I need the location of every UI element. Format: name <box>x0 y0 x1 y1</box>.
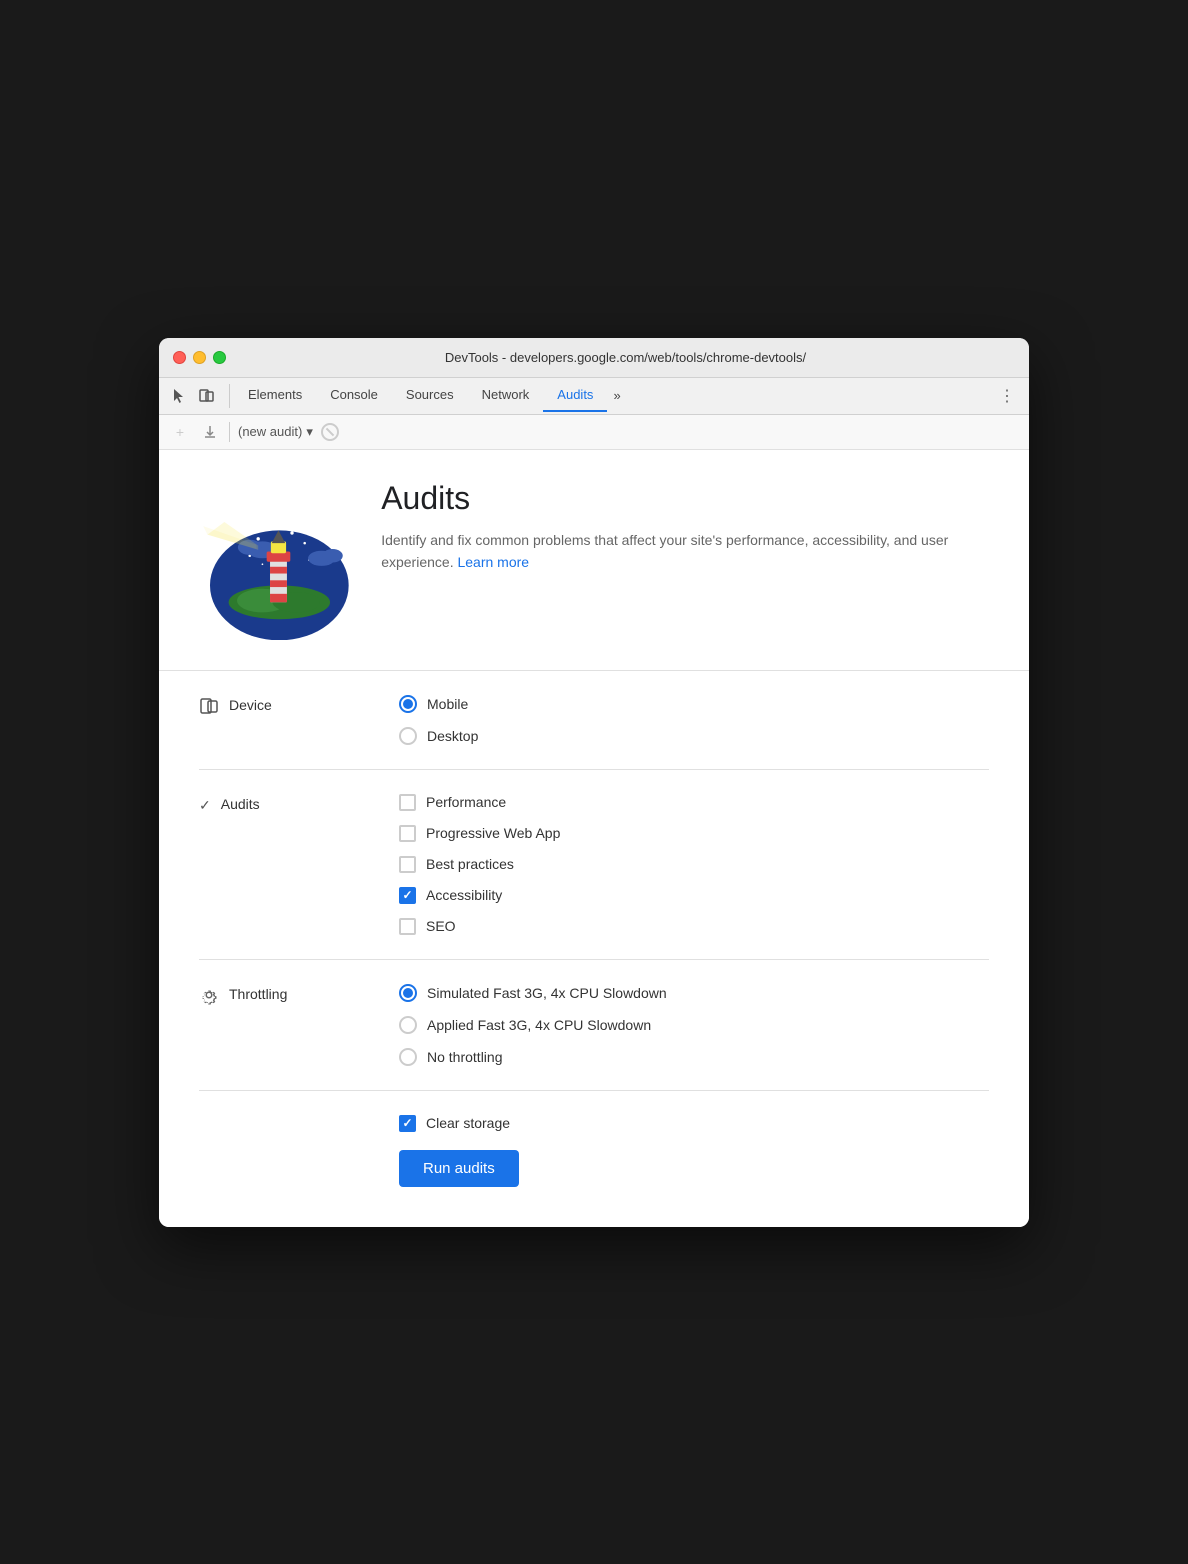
device-section-icon <box>199 696 219 721</box>
throttling-simulated-radio[interactable] <box>399 984 417 1002</box>
run-audits-button[interactable]: Run audits <box>399 1150 519 1187</box>
tab-icons <box>167 384 230 408</box>
audit-profile-value: (new audit) <box>238 424 302 439</box>
audit-pwa-option[interactable]: Progressive Web App <box>399 825 560 842</box>
tab-network[interactable]: Network <box>468 379 544 412</box>
device-desktop-radio[interactable] <box>399 727 417 745</box>
audit-best-practices-checkbox[interactable] <box>399 856 416 873</box>
lighthouse-illustration <box>199 480 351 640</box>
audit-accessibility-label: Accessibility <box>426 887 502 903</box>
devtools-window: DevTools - developers.google.com/web/too… <box>159 338 1029 1227</box>
learn-more-link[interactable]: Learn more <box>457 554 529 570</box>
audit-accessibility-option[interactable]: Accessibility <box>399 887 560 904</box>
device-mobile-option[interactable]: Mobile <box>399 695 478 713</box>
throttling-applied-label: Applied Fast 3G, 4x CPU Slowdown <box>427 1017 651 1033</box>
traffic-lights <box>173 351 226 364</box>
audit-seo-label: SEO <box>426 918 456 934</box>
throttling-none-option[interactable]: No throttling <box>399 1048 667 1066</box>
throttling-applied-radio[interactable] <box>399 1016 417 1034</box>
tab-more-button[interactable]: » <box>607 380 626 411</box>
audit-performance-checkbox[interactable] <box>399 794 416 811</box>
add-audit-button[interactable]: + <box>169 421 191 443</box>
throttling-section-label: Throttling <box>229 986 287 1002</box>
audits-options: Performance Progressive Web App Best pra… <box>399 794 560 935</box>
window-title: DevTools - developers.google.com/web/too… <box>236 350 1015 365</box>
audits-label: ✓ Audits <box>199 794 379 935</box>
devtools-menu-icon[interactable]: ⋮ <box>993 378 1021 414</box>
minimize-button[interactable] <box>193 351 206 364</box>
audit-performance-option[interactable]: Performance <box>399 794 560 811</box>
audits-content: Audits Identify and fix common problems … <box>159 450 1029 1227</box>
download-button[interactable] <box>199 421 221 443</box>
audits-section: ✓ Audits Performance Progressive Web App… <box>199 769 989 959</box>
device-mobile-label: Mobile <box>427 696 468 712</box>
device-options: Mobile Desktop <box>399 695 478 745</box>
titlebar: DevTools - developers.google.com/web/too… <box>159 338 1029 378</box>
tab-elements[interactable]: Elements <box>234 379 316 412</box>
device-label: Device <box>199 695 379 745</box>
throttling-section: Throttling Simulated Fast 3G, 4x CPU Slo… <box>199 959 989 1090</box>
throttling-none-radio[interactable] <box>399 1048 417 1066</box>
clear-storage-checkbox[interactable] <box>399 1115 416 1132</box>
cursor-icon[interactable] <box>167 384 191 408</box>
throttling-applied-option[interactable]: Applied Fast 3G, 4x CPU Slowdown <box>399 1016 667 1034</box>
hero-text: Audits Identify and fix common problems … <box>381 480 989 574</box>
audit-performance-label: Performance <box>426 794 506 810</box>
toolbar-separator <box>229 422 230 442</box>
clear-storage-label: Clear storage <box>426 1115 510 1131</box>
audit-accessibility-checkbox[interactable] <box>399 887 416 904</box>
hero-description: Identify and fix common problems that af… <box>381 529 989 574</box>
clear-storage-option[interactable]: Clear storage <box>399 1115 989 1132</box>
cancel-audit-button[interactable] <box>321 423 339 441</box>
maximize-button[interactable] <box>213 351 226 364</box>
throttling-options: Simulated Fast 3G, 4x CPU Slowdown Appli… <box>399 984 667 1066</box>
device-desktop-option[interactable]: Desktop <box>399 727 478 745</box>
hero-section: Audits Identify and fix common problems … <box>199 480 989 640</box>
audit-best-practices-option[interactable]: Best practices <box>399 856 560 873</box>
device-mobile-radio[interactable] <box>399 695 417 713</box>
audit-profile-select[interactable]: (new audit) ▾ <box>238 424 313 440</box>
throttling-simulated-label: Simulated Fast 3G, 4x CPU Slowdown <box>427 985 667 1001</box>
tab-console[interactable]: Console <box>316 379 392 412</box>
device-desktop-label: Desktop <box>427 728 478 744</box>
audit-pwa-checkbox[interactable] <box>399 825 416 842</box>
audit-seo-option[interactable]: SEO <box>399 918 560 935</box>
throttling-none-label: No throttling <box>427 1049 502 1065</box>
throttling-simulated-option[interactable]: Simulated Fast 3G, 4x CPU Slowdown <box>399 984 667 1002</box>
device-section-label: Device <box>229 697 272 713</box>
hero-title: Audits <box>381 480 989 517</box>
tab-sources[interactable]: Sources <box>392 379 468 412</box>
tab-audits[interactable]: Audits <box>543 379 607 412</box>
audit-seo-checkbox[interactable] <box>399 918 416 935</box>
audits-check-icon: ✓ <box>199 795 211 814</box>
dropdown-arrow-icon: ▾ <box>306 424 313 440</box>
audits-section-label: Audits <box>221 796 260 812</box>
audit-best-practices-label: Best practices <box>426 856 514 872</box>
tabs-bar: Elements Console Sources Network Audits … <box>159 378 1029 415</box>
device-section: Device Mobile Desktop <box>199 671 989 769</box>
device-icon[interactable] <box>195 384 219 408</box>
close-button[interactable] <box>173 351 186 364</box>
audits-toolbar: + (new audit) ▾ <box>159 415 1029 450</box>
throttling-label: Throttling <box>199 984 379 1066</box>
run-section: Clear storage Run audits <box>199 1090 989 1197</box>
throttling-gear-icon <box>199 985 219 1010</box>
audit-pwa-label: Progressive Web App <box>426 825 560 841</box>
